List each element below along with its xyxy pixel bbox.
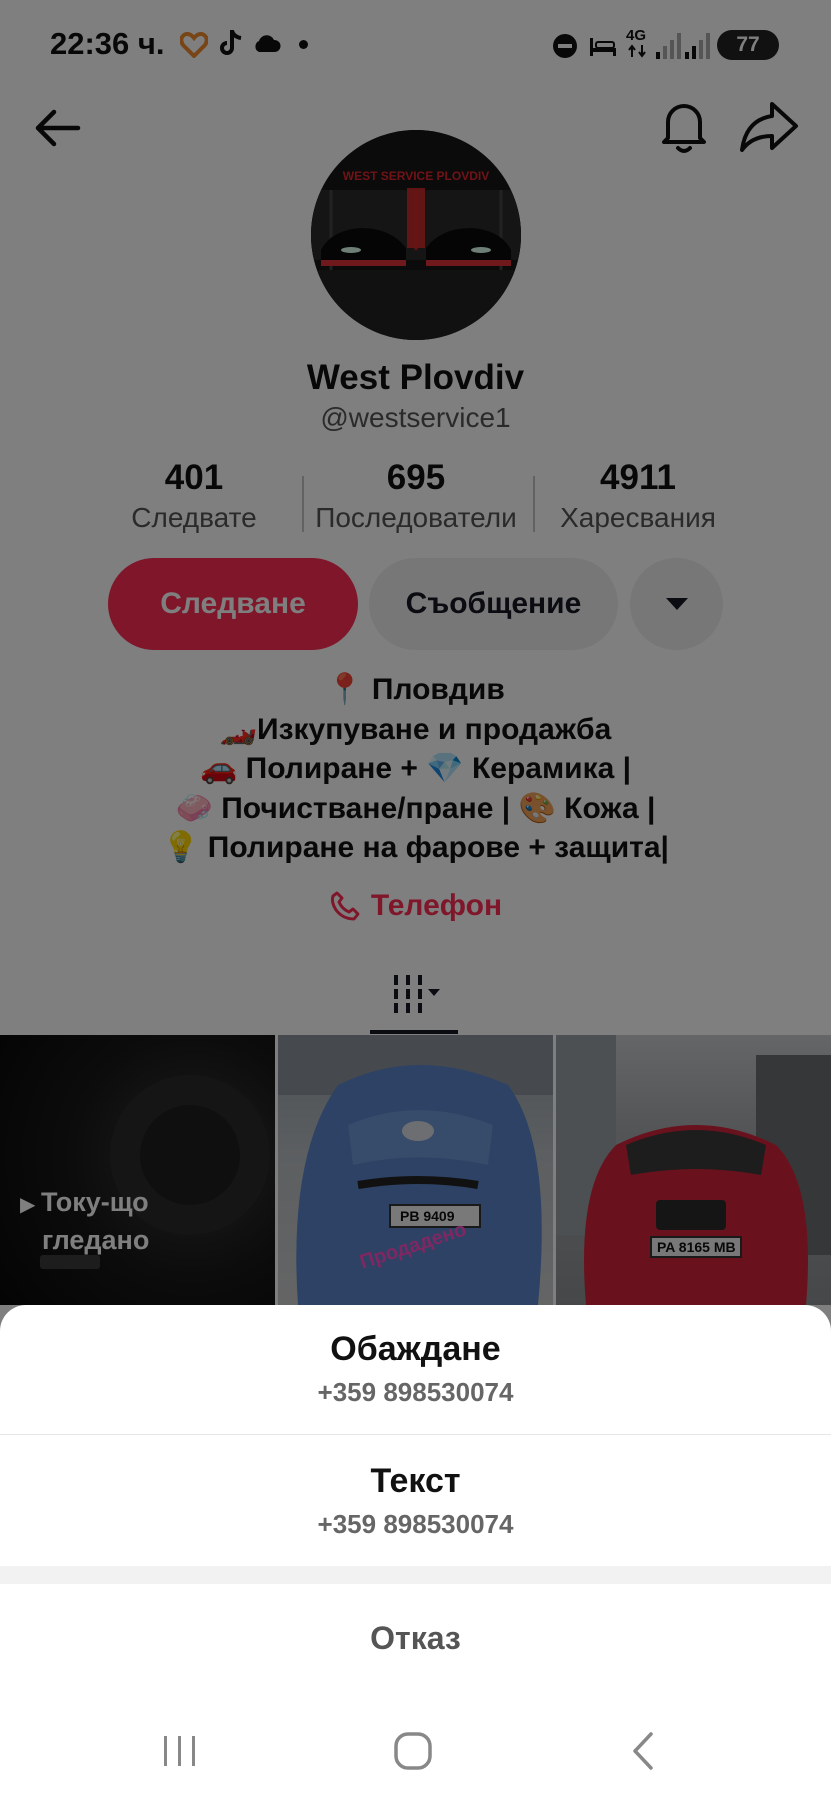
divider xyxy=(0,1434,831,1435)
call-option-title: Обаждане xyxy=(330,1330,501,1368)
text-option-number: +359 898530074 xyxy=(317,1509,514,1539)
call-option[interactable]: Обаждане +359 898530074 xyxy=(0,1330,831,1408)
back-icon[interactable] xyxy=(605,1720,685,1780)
text-option-title: Текст xyxy=(370,1462,461,1500)
home-icon[interactable] xyxy=(372,1720,452,1780)
text-option[interactable]: Текст +359 898530074 xyxy=(0,1462,831,1540)
section-gap xyxy=(0,1566,831,1584)
cancel-button[interactable]: Отказ xyxy=(0,1620,831,1657)
call-option-number: +359 898530074 xyxy=(317,1377,514,1407)
recent-apps-icon[interactable] xyxy=(140,1720,220,1780)
